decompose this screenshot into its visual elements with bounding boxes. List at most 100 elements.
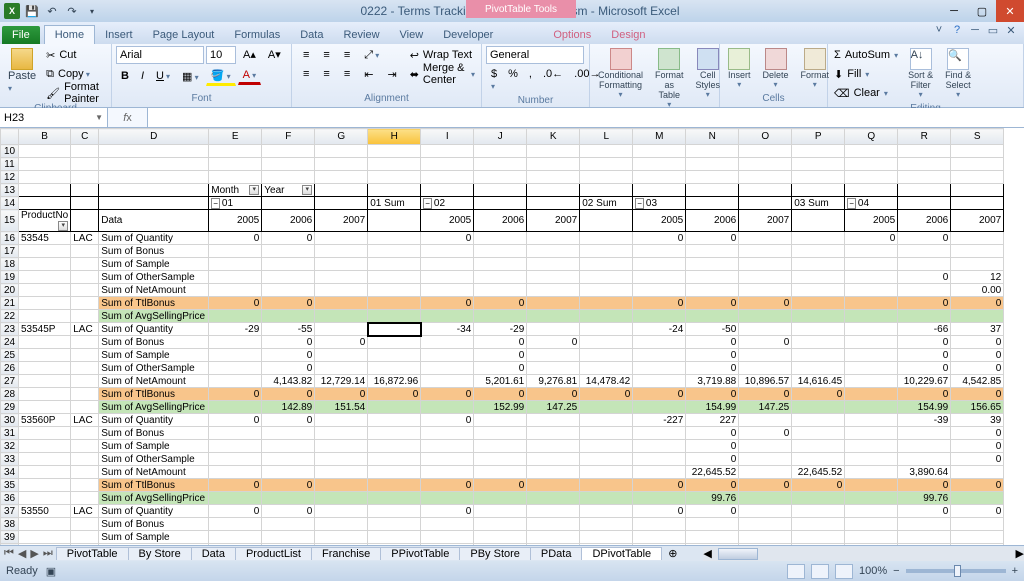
cell-O28[interactable]: 0 xyxy=(739,388,792,401)
cell-C17[interactable] xyxy=(71,245,99,258)
cell-N22[interactable] xyxy=(686,310,739,323)
cell-E40[interactable] xyxy=(209,544,262,546)
cell-I18[interactable] xyxy=(421,258,474,271)
cell-G27[interactable]: 12,729.14 xyxy=(315,375,368,388)
cell-G19[interactable] xyxy=(315,271,368,284)
cell-L21[interactable] xyxy=(580,297,633,310)
cell-S20[interactable]: 0.00 xyxy=(951,284,1004,297)
cell-N30[interactable]: 227 xyxy=(686,414,739,427)
insert-cells-button[interactable]: Insert xyxy=(724,46,755,91)
cell-K34[interactable] xyxy=(527,466,580,479)
cell-Q25[interactable] xyxy=(845,349,898,362)
cell-L13[interactable] xyxy=(580,184,633,197)
comma-button[interactable]: , xyxy=(524,66,537,94)
cell-S13[interactable] xyxy=(951,184,1004,197)
cell-L39[interactable] xyxy=(580,531,633,544)
cell-O15[interactable]: 2007 xyxy=(739,210,792,232)
cell-O18[interactable] xyxy=(739,258,792,271)
select-all-button[interactable] xyxy=(1,129,19,145)
cell-R23[interactable]: -66 xyxy=(898,323,951,336)
col-header-I[interactable]: I xyxy=(421,129,474,145)
sheet-tab-dpivottable[interactable]: DPivotTable xyxy=(581,547,662,560)
cell-F39[interactable] xyxy=(262,531,315,544)
cell-I40[interactable] xyxy=(421,544,474,546)
cell-F19[interactable] xyxy=(262,271,315,284)
cell-E27[interactable] xyxy=(209,375,262,388)
cell-Q28[interactable] xyxy=(845,388,898,401)
cell-K37[interactable] xyxy=(527,505,580,518)
cell-L31[interactable] xyxy=(580,427,633,440)
cell-C29[interactable] xyxy=(71,401,99,414)
cell-B24[interactable] xyxy=(19,336,71,349)
cell-L29[interactable] xyxy=(580,401,633,414)
cell-E34[interactable] xyxy=(209,466,262,479)
cell-O17[interactable] xyxy=(739,245,792,258)
cell-C31[interactable] xyxy=(71,427,99,440)
cell-L18[interactable] xyxy=(580,258,633,271)
cell-J15[interactable]: 2006 xyxy=(474,210,527,232)
cell-N26[interactable]: 0 xyxy=(686,362,739,375)
cell-B40[interactable] xyxy=(19,544,71,546)
cell-N10[interactable] xyxy=(686,145,739,158)
cell-D30[interactable]: Sum of Quantity xyxy=(99,414,209,427)
cell-M29[interactable] xyxy=(633,401,686,414)
cell-S14[interactable] xyxy=(951,197,1004,210)
cell-I26[interactable] xyxy=(421,362,474,375)
cell-O40[interactable] xyxy=(739,544,792,546)
cell-M39[interactable] xyxy=(633,531,686,544)
cell-D38[interactable]: Sum of Bonus xyxy=(99,518,209,531)
increase-decimal-button[interactable]: .0← xyxy=(538,66,568,94)
cell-K25[interactable] xyxy=(527,349,580,362)
cell-J14[interactable] xyxy=(474,197,527,210)
cell-R36[interactable]: 99.76 xyxy=(898,492,951,505)
cell-M14[interactable]: −03 xyxy=(633,197,686,210)
cell-R12[interactable] xyxy=(898,171,951,184)
cell-M26[interactable] xyxy=(633,362,686,375)
col-header-E[interactable]: E xyxy=(209,129,262,145)
paste-button[interactable]: Paste xyxy=(4,46,40,96)
cell-N40[interactable] xyxy=(686,544,739,546)
cell-K27[interactable]: 9,276.81 xyxy=(527,375,580,388)
cell-L10[interactable] xyxy=(580,145,633,158)
cell-R14[interactable] xyxy=(898,197,951,210)
cell-E18[interactable] xyxy=(209,258,262,271)
cell-H18[interactable] xyxy=(368,258,421,271)
cell-B37[interactable]: 53550 xyxy=(19,505,71,518)
cell-P30[interactable] xyxy=(792,414,845,427)
tab-formulas[interactable]: Formulas xyxy=(224,26,290,44)
cell-O12[interactable] xyxy=(739,171,792,184)
cell-Q14[interactable]: −04 xyxy=(845,197,898,210)
underline-button[interactable]: U xyxy=(151,66,175,86)
cell-N16[interactable]: 0 xyxy=(686,232,739,245)
align-right-button[interactable]: ≡ xyxy=(339,66,355,82)
cell-K39[interactable] xyxy=(527,531,580,544)
sheet-tab-productlist[interactable]: ProductList xyxy=(235,547,312,560)
format-as-table-button[interactable]: Format as Table xyxy=(651,46,688,111)
cell-B32[interactable] xyxy=(19,440,71,453)
cell-E25[interactable] xyxy=(209,349,262,362)
cell-J33[interactable] xyxy=(474,453,527,466)
cell-E38[interactable] xyxy=(209,518,262,531)
cell-J18[interactable] xyxy=(474,258,527,271)
cell-D14[interactable] xyxy=(99,197,209,210)
cell-S37[interactable]: 0 xyxy=(951,505,1004,518)
tab-developer[interactable]: Developer xyxy=(433,26,503,44)
cell-F28[interactable]: 0 xyxy=(262,388,315,401)
cell-L11[interactable] xyxy=(580,158,633,171)
row-header-10[interactable]: 10 xyxy=(1,145,19,158)
cell-H15[interactable] xyxy=(368,210,421,232)
cell-P22[interactable] xyxy=(792,310,845,323)
tab-review[interactable]: Review xyxy=(333,26,389,44)
cell-I36[interactable] xyxy=(421,492,474,505)
sheet-tab-pdata[interactable]: PData xyxy=(530,547,583,560)
cell-Q21[interactable] xyxy=(845,297,898,310)
cell-N19[interactable] xyxy=(686,271,739,284)
cell-I25[interactable] xyxy=(421,349,474,362)
col-header-O[interactable]: O xyxy=(739,129,792,145)
cell-F14[interactable] xyxy=(262,197,315,210)
row-header-13[interactable]: 13 xyxy=(1,184,19,197)
cell-M31[interactable] xyxy=(633,427,686,440)
cell-Q33[interactable] xyxy=(845,453,898,466)
cell-L14[interactable]: 02 Sum xyxy=(580,197,633,210)
cell-D22[interactable]: Sum of AvgSellingPrice xyxy=(99,310,209,323)
